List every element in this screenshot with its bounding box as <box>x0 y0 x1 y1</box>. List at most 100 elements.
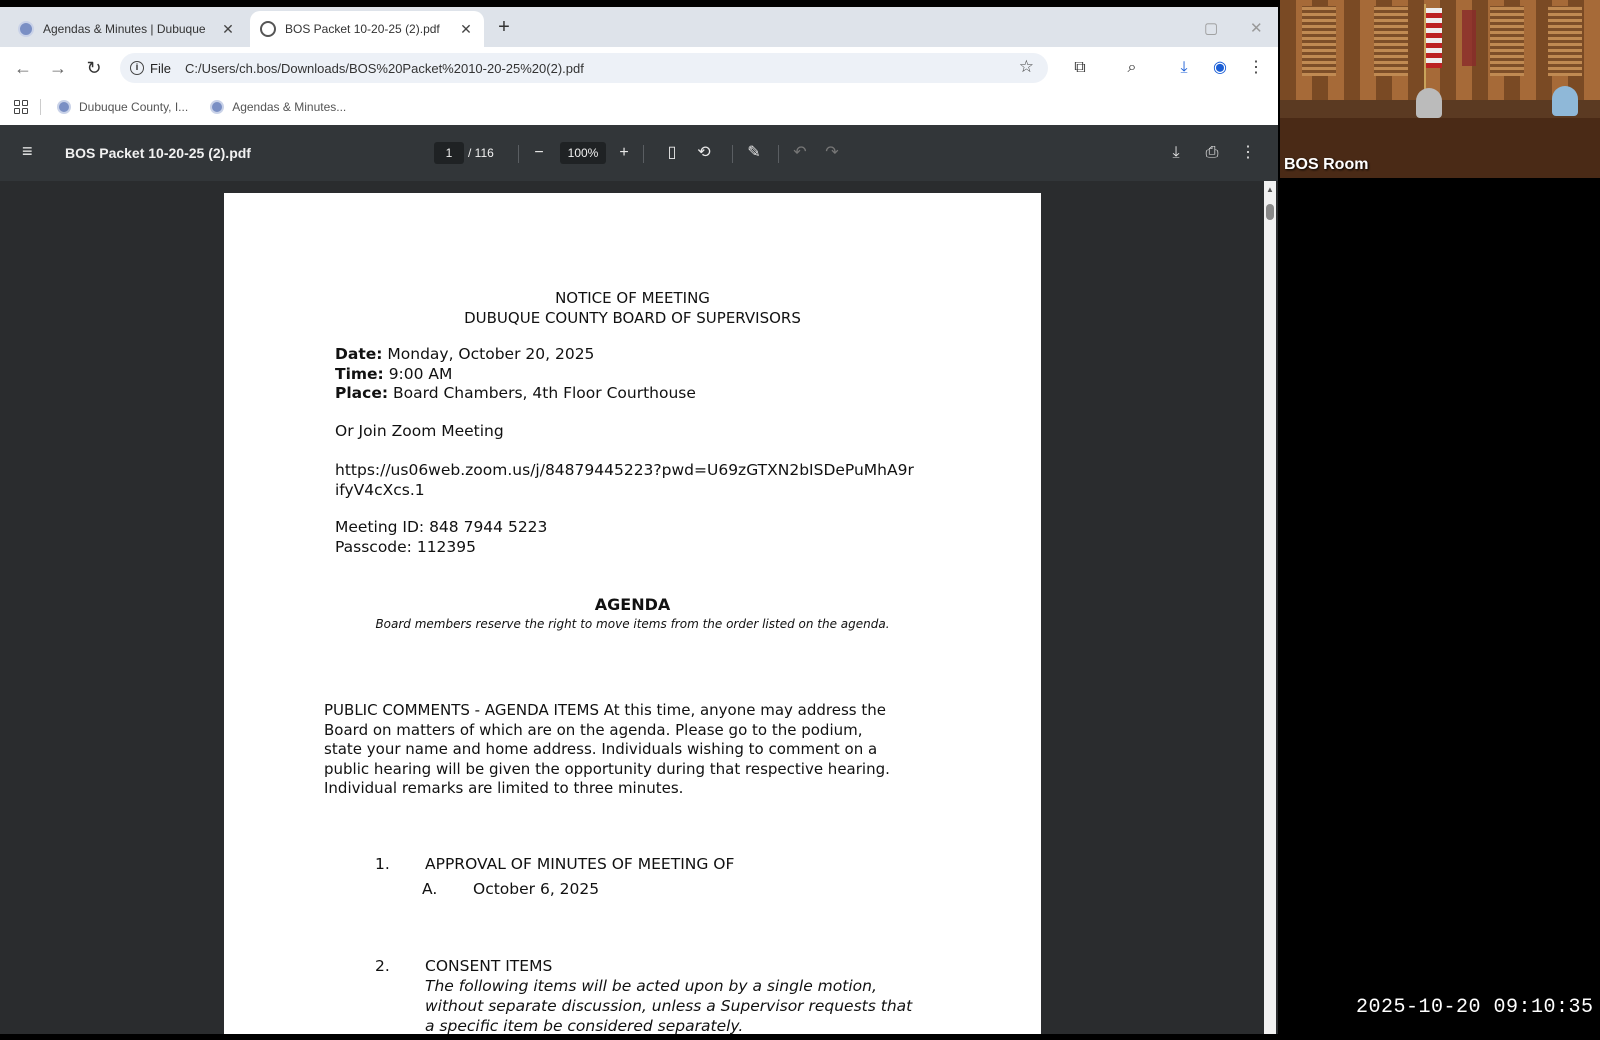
notice-heading: NOTICE OF MEETING <box>555 289 710 307</box>
tab-title: BOS Packet 10-20-25 (2).pdf <box>285 22 440 36</box>
browser-window: Agendas & Minutes | Dubuque ✕ BOS Packet… <box>0 7 1278 1034</box>
time-label: Time: <box>335 365 384 383</box>
toolbar-divider <box>643 145 644 163</box>
url-text[interactable]: C:/Users/ch.bos/Downloads/BOS%20Packet%2… <box>185 61 584 76</box>
county-seal-icon <box>210 100 225 114</box>
room-window <box>1302 6 1336 76</box>
item-2-title: CONSENT ITEMS <box>425 957 553 975</box>
passcode: Passcode: 112395 <box>335 538 476 556</box>
paragraph-line: PUBLIC COMMENTS - AGENDA ITEMS At this t… <box>324 701 886 719</box>
zoom-out-button[interactable]: − <box>527 141 551 165</box>
place-label: Place: <box>335 384 389 402</box>
annotate-icon[interactable]: ✎ <box>742 141 766 165</box>
item-1a-letter: A. <box>422 880 438 898</box>
supervisor-figure <box>1552 86 1578 116</box>
item-2-text-line: without separate discussion, unless a Su… <box>425 997 913 1015</box>
state-flag <box>1462 10 1476 66</box>
globe-icon <box>260 21 276 37</box>
room-window <box>1548 6 1582 76</box>
time-value: 9:00 AM <box>388 365 453 383</box>
scroll-up-icon[interactable]: ▲ <box>1266 185 1274 194</box>
zoom-link-line-1[interactable]: https://us06web.zoom.us/j/84879445223?pw… <box>335 461 914 479</box>
county-seal-icon <box>57 100 71 114</box>
item-2-text-line: a specific item be considered separately… <box>425 1017 744 1034</box>
browser-menu-icon[interactable]: ⋮ <box>1244 56 1268 80</box>
profile-icon[interactable]: ◉ <box>1208 56 1232 80</box>
zoom-link-line-2[interactable]: ifyV4cXcs.1 <box>335 481 425 499</box>
tab-strip: Agendas & Minutes | Dubuque ✕ BOS Packet… <box>0 7 1278 47</box>
pdf-toolbar: ≡ BOS Packet 10-20-25 (2).pdf 1 / 116 − … <box>0 125 1278 181</box>
pdf-download-icon[interactable]: ⤓ <box>1164 141 1188 165</box>
bookmark-star-icon[interactable]: ☆ <box>1019 57 1034 77</box>
paragraph-line: Board on matters of which are on the age… <box>324 720 863 739</box>
item-2-number: 2. <box>375 957 390 975</box>
camera-feed: BOS Room <box>1280 0 1600 178</box>
county-seal-icon <box>18 21 34 37</box>
zoom-level-input[interactable]: 100% <box>560 142 606 164</box>
bookmarks-bar: Dubuque County, I... Agendas & Minutes..… <box>0 89 1278 125</box>
pdf-scrollbar[interactable]: ▲ <box>1264 181 1276 1034</box>
us-flag <box>1426 8 1442 68</box>
undo-icon[interactable]: ↶ <box>788 141 812 165</box>
date-line: Date: Monday, October 20, 2025 <box>335 345 594 363</box>
pdf-page: NOTICE OF MEETING DUBUQUE COUNTY BOARD O… <box>224 193 1041 1034</box>
time-line: Time: 9:00 AM <box>335 365 452 383</box>
extensions-icon[interactable]: ⧉ <box>1068 56 1092 80</box>
pdf-filename: BOS Packet 10-20-25 (2).pdf <box>65 145 251 161</box>
pdf-menu-icon[interactable]: ≡ <box>22 141 42 162</box>
google-lens-icon[interactable]: ⌕ <box>1120 56 1144 80</box>
video-timestamp: 2025-10-20 09:10:35 <box>1356 996 1594 1019</box>
pdf-more-icon[interactable]: ⋮ <box>1236 141 1260 165</box>
item-1-title: APPROVAL OF MINUTES OF MEETING OF <box>425 855 735 873</box>
place-line: Place: Board Chambers, 4th Floor Courtho… <box>335 384 696 402</box>
back-button[interactable]: ← <box>10 55 36 81</box>
tab-agendas-minutes[interactable]: Agendas & Minutes | Dubuque ✕ <box>8 11 246 47</box>
paragraph-line: public hearing will be given the opportu… <box>324 759 890 778</box>
room-window <box>1374 6 1408 76</box>
tab-bos-packet[interactable]: BOS Packet 10-20-25 (2).pdf ✕ <box>250 11 484 47</box>
downloads-icon[interactable]: ⤓ <box>1172 56 1196 80</box>
item-1-number: 1. <box>375 855 390 873</box>
bookmark-dubuque-county[interactable]: Dubuque County, I... <box>57 100 188 114</box>
page-number-input[interactable]: 1 <box>434 142 464 164</box>
redo-icon[interactable]: ↷ <box>820 141 844 165</box>
toolbar-divider <box>518 145 519 163</box>
bookmark-agendas-minutes[interactable]: Agendas & Minutes... <box>210 100 346 114</box>
reload-button[interactable]: ↻ <box>81 55 107 81</box>
public-comments-paragraph: PUBLIC COMMENTS - AGENDA ITEMS At this t… <box>324 701 954 799</box>
board-heading: DUBUQUE COUNTY BOARD OF SUPERVISORS <box>464 309 801 327</box>
close-tab-icon[interactable]: ✕ <box>220 21 236 38</box>
camera-label: BOS Room <box>1284 156 1369 173</box>
agenda-note: Board members reserve the right to move … <box>375 617 890 631</box>
toolbar-divider <box>732 145 733 163</box>
fit-page-icon[interactable]: ▯ <box>660 141 684 165</box>
date-value: Monday, October 20, 2025 <box>387 345 595 363</box>
window-close-icon[interactable]: ✕ <box>1250 19 1263 37</box>
forward-button[interactable]: → <box>45 55 71 81</box>
pdf-viewport[interactable]: NOTICE OF MEETING DUBUQUE COUNTY BOARD O… <box>0 181 1278 1034</box>
bookmark-label: Dubuque County, I... <box>79 100 189 114</box>
zoom-in-button[interactable]: + <box>612 141 636 165</box>
rotate-icon[interactable]: ⟲ <box>692 141 716 165</box>
bookmark-separator <box>40 99 41 115</box>
meeting-id: Meeting ID: 848 7944 5223 <box>335 518 548 536</box>
address-bar[interactable]: i File C:/Users/ch.bos/Downloads/BOS%20P… <box>120 53 1048 83</box>
tab-title: Agendas & Minutes | Dubuque <box>43 22 206 36</box>
item-1a-value: October 6, 2025 <box>473 880 600 898</box>
apps-grid-icon[interactable] <box>14 100 28 114</box>
url-scheme: File <box>150 60 171 76</box>
date-label: Date: <box>335 345 383 363</box>
toolbar-divider <box>778 145 779 163</box>
info-icon[interactable]: i <box>130 61 144 75</box>
item-2-text-line: The following items will be acted upon b… <box>425 977 877 995</box>
paragraph-line: state your name and home address. Indivi… <box>324 740 878 759</box>
close-tab-icon[interactable]: ✕ <box>458 21 474 38</box>
scrollbar-thumb[interactable] <box>1266 204 1274 220</box>
bookmark-label: Agendas & Minutes... <box>232 100 347 114</box>
print-icon[interactable]: ⎙ <box>1200 141 1224 165</box>
new-tab-button[interactable]: + <box>492 16 516 40</box>
supervisor-figure <box>1416 88 1442 118</box>
room-window <box>1490 6 1524 76</box>
paragraph-line: Individual remarks are limited to three … <box>324 779 684 798</box>
maximize-icon[interactable]: ▢ <box>1204 19 1218 37</box>
